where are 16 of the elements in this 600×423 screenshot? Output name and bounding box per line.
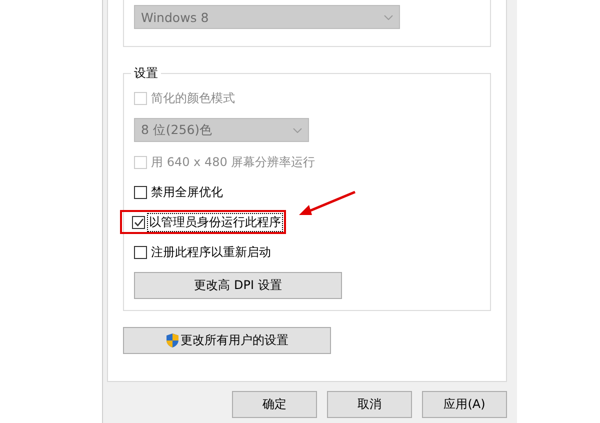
arrow-drawing [297, 190, 357, 218]
shield-icon [166, 333, 178, 348]
checkbox-label[interactable]: 以管理员身份运行此程序 [148, 214, 282, 230]
checkbox-label[interactable]: 注册此程序以重新启动 [150, 244, 272, 260]
dialog-button[interactable]: 取消 [327, 391, 412, 418]
checkbox[interactable] [132, 216, 145, 228]
dpi-settings-button[interactable]: 更改高 DPI 设置 [134, 272, 342, 299]
group-title: 设置 [133, 65, 159, 82]
checkbox-label[interactable]: 禁用全屏优化 [150, 184, 224, 200]
chevron-icon [384, 14, 393, 20]
checkbox[interactable] [134, 246, 147, 258]
checkbox[interactable] [134, 186, 147, 198]
all-users-button[interactable]: 更改所有用户的设置 [123, 327, 331, 354]
dialog-button[interactable]: 应用(A) [422, 391, 507, 418]
chevron-icon [293, 128, 302, 132]
dialog-button[interactable]: 确定 [232, 391, 317, 418]
